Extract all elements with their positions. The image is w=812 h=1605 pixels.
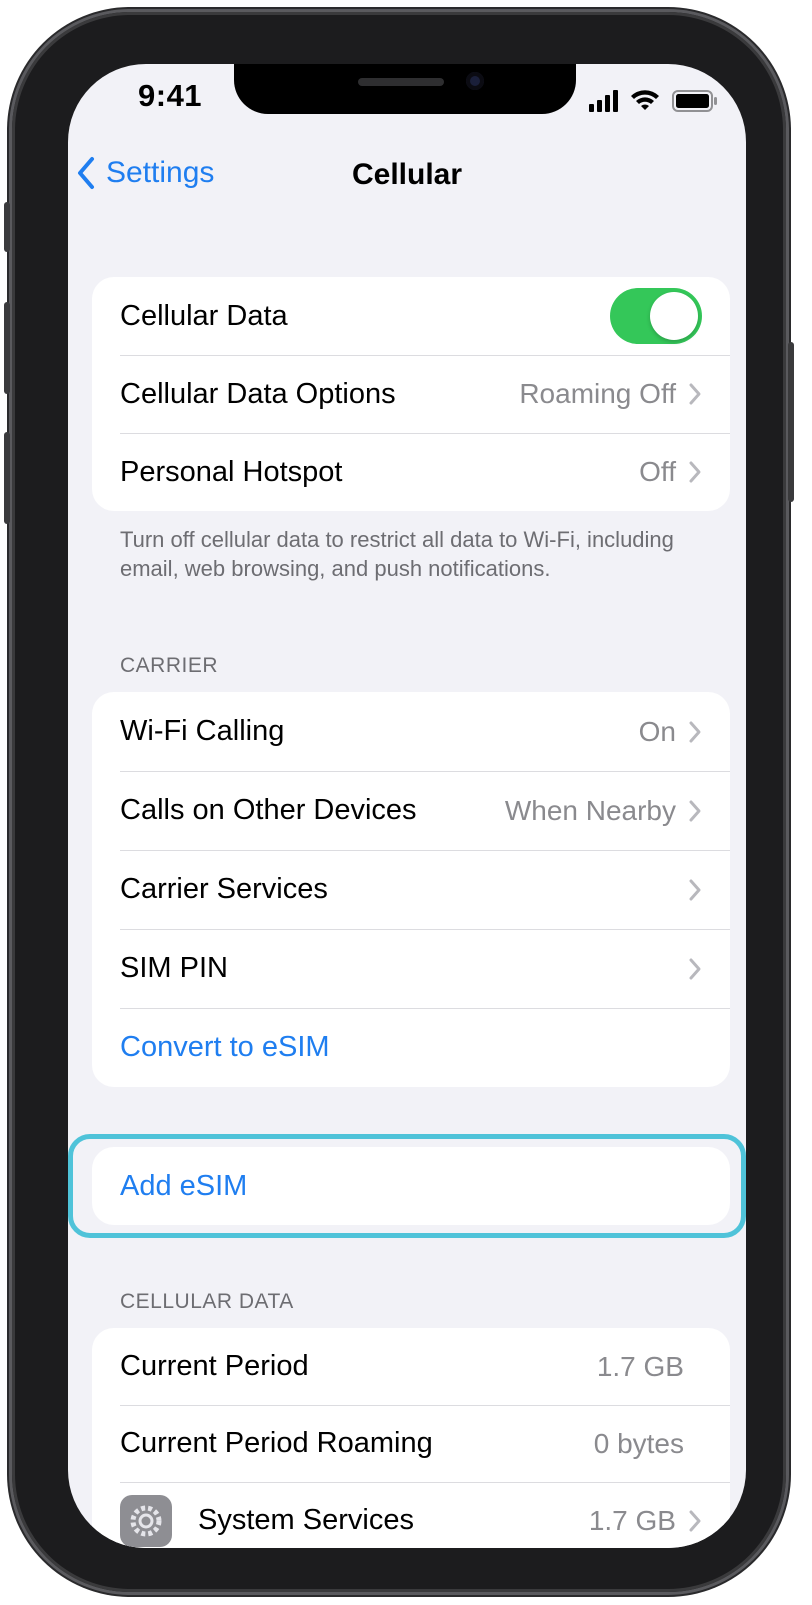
row-current-period-roaming: Current Period Roaming 0 bytes: [92, 1405, 730, 1482]
add-esim-group: Add eSIM: [92, 1147, 730, 1225]
row-label: Cellular Data: [120, 299, 288, 332]
chevron-right-icon: [689, 879, 701, 900]
toggle-knob: [650, 292, 698, 340]
row-current-period: Current Period 1.7 GB: [92, 1328, 730, 1405]
status-time: 9:41: [138, 78, 203, 113]
row-value: 0 bytes: [593, 1427, 684, 1459]
cellular-data-usage-group: Current Period 1.7 GB Current Period Roa…: [92, 1328, 730, 1548]
row-system-services[interactable]: System Services 1.7 GB: [92, 1482, 730, 1548]
convert-to-esim-label: Convert to eSIM: [120, 1031, 330, 1063]
row-cellular-data-options[interactable]: Cellular Data Options Roaming Off: [92, 355, 730, 433]
row-carrier-services[interactable]: Carrier Services: [92, 850, 730, 929]
mute-switch: [4, 202, 10, 252]
front-camera: [466, 72, 484, 90]
notch: [234, 64, 576, 114]
row-label: Cellular Data Options: [120, 377, 396, 410]
convert-to-esim-button[interactable]: Convert to eSIM: [92, 1008, 730, 1087]
row-value: 1.7 GB: [596, 1350, 684, 1382]
row-calls-other-devices[interactable]: Calls on Other Devices When Nearby: [92, 771, 730, 850]
volume-up-button: [4, 302, 10, 394]
row-value: Off: [639, 456, 676, 487]
row-label: Wi-Fi Calling: [120, 715, 285, 747]
chevron-right-icon: [689, 1510, 701, 1531]
gear-icon: [120, 1494, 172, 1547]
row-value: 1.7 GB: [588, 1504, 676, 1536]
page-title: Cellular: [351, 158, 463, 191]
chevron-right-icon: [689, 461, 701, 483]
cellular-main-group: Cellular Data Cellular Data Options Roam…: [92, 277, 730, 511]
row-value: When Nearby: [504, 794, 676, 826]
row-sim-pin[interactable]: SIM PIN: [92, 929, 730, 1008]
add-esim-button[interactable]: Add eSIM: [92, 1147, 730, 1225]
section-header-carrier: CARRIER: [120, 654, 219, 677]
chevron-right-icon: [689, 800, 701, 821]
row-cellular-data: Cellular Data: [92, 277, 730, 355]
power-button: [788, 342, 794, 502]
status-icons: [589, 82, 718, 112]
row-personal-hotspot[interactable]: Personal Hotspot Off: [92, 433, 730, 511]
wifi-icon: [630, 90, 660, 112]
row-label: Calls on Other Devices: [120, 794, 417, 826]
chevron-right-icon: [689, 721, 701, 742]
chevron-right-icon: [689, 383, 701, 405]
row-label: Personal Hotspot: [120, 455, 343, 488]
row-label: Carrier Services: [120, 873, 328, 905]
speaker-grille: [358, 78, 444, 86]
row-wifi-calling[interactable]: Wi-Fi Calling On: [92, 692, 730, 771]
phone-frame: 9:41 Settings Cellular Cellular Data Cel…: [4, 12, 794, 1592]
row-value: On: [638, 715, 676, 747]
carrier-group: Wi-Fi Calling On Calls on Other Devices …: [92, 692, 730, 1087]
screen: 9:41 Settings Cellular Cellular Data Cel…: [68, 64, 746, 1548]
section-header-cellular-data: CELLULAR DATA: [120, 1290, 294, 1313]
row-label: Current Period Roaming: [120, 1427, 433, 1459]
chevron-right-icon: [689, 958, 701, 979]
row-value: Roaming Off: [519, 378, 676, 409]
battery-icon: [672, 90, 718, 112]
signal-icon: [589, 90, 618, 112]
cellular-data-toggle[interactable]: [610, 288, 702, 344]
row-label: Current Period: [120, 1350, 309, 1382]
cellular-data-footer: Turn off cellular data to restrict all d…: [120, 527, 674, 581]
row-label: SIM PIN: [120, 952, 228, 984]
row-label: System Services: [198, 1504, 414, 1536]
add-esim-label: Add eSIM: [120, 1169, 248, 1202]
volume-down-button: [4, 432, 10, 524]
